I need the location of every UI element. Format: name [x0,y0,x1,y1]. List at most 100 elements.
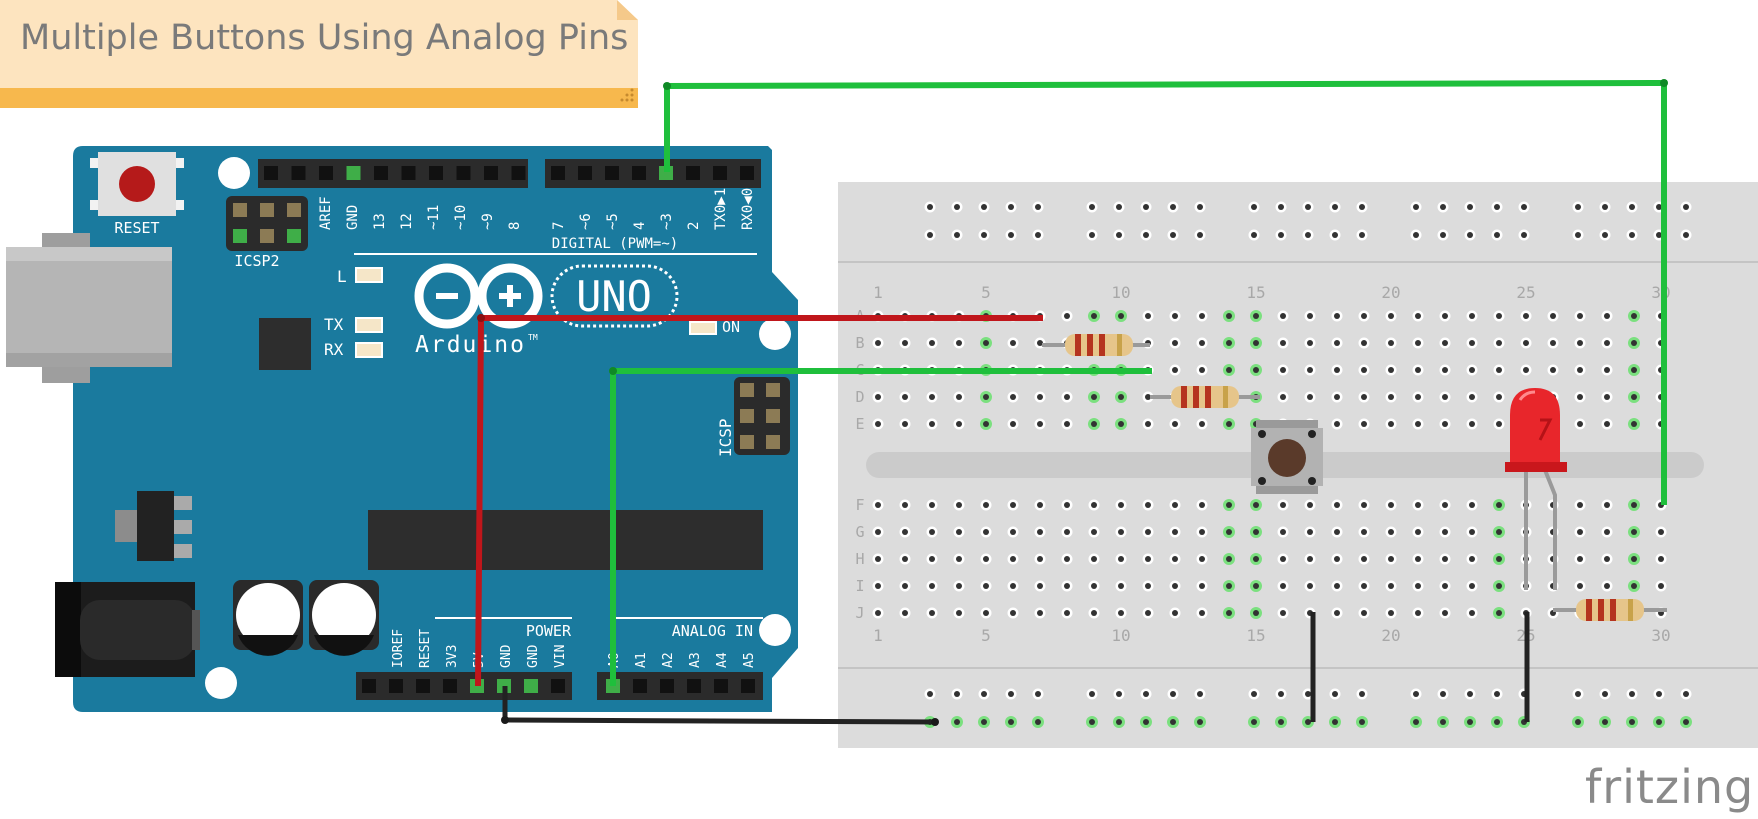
column-number: 10 [1111,283,1130,302]
header-pin [291,166,306,180]
header-pin [484,166,498,180]
header-pin [687,679,701,693]
column-number: 25 [1516,283,1535,302]
analog-header [597,672,763,700]
column-number: 20 [1381,283,1400,302]
digital-pin-label: ~3 [659,213,675,230]
header-pin [633,679,647,693]
reset-button[interactable] [90,152,184,216]
power-header [356,672,572,700]
row-label: H [855,550,864,568]
usb-chip [259,318,311,370]
digital-pin-label: 12 [399,213,415,230]
column-number: 1 [873,626,883,645]
power-pin-label: RESET [418,629,433,668]
digital-pin-label: ~10 [453,205,469,230]
header-pin [713,166,727,180]
power-pin-label: VIN [553,645,568,668]
row-label: F [855,496,864,514]
header-pin [740,166,754,180]
usb-connector-icon [6,233,172,383]
header-pin [346,166,361,180]
digital-pin-label: ~9 [480,213,496,230]
power-jack-icon [55,582,200,677]
row-label: B [855,334,864,352]
icsp2-header [226,196,308,251]
digital-pin-label: 4 [632,222,648,230]
header-pin [660,679,674,693]
power-pin-label: IOREF [391,629,406,668]
digital-label: DIGITAL (PWM=~) [552,236,678,252]
analog-label: ANALOG IN [672,622,753,640]
row-label: D [855,388,864,406]
analog-pin-label: A3 [688,652,703,668]
header-pin [632,166,646,180]
header-pin [456,166,471,180]
arduino-tm: TM [528,333,538,342]
header-pin [374,166,388,180]
header-pin [524,679,538,693]
bottom-header-pins [362,679,755,693]
led-rx-label: RX [324,340,344,359]
row-label: I [855,577,864,595]
column-number: 10 [1111,626,1130,645]
header-pin [686,166,700,180]
header-pin [429,166,443,180]
arduino-brand: Arduino [415,332,526,358]
column-number: 5 [981,626,991,645]
row-label: E [855,415,864,433]
led-tx-label: TX [324,315,344,334]
digital-pin-label: TX0▶1 [713,188,729,230]
header-pin [605,166,619,180]
digital-pin-label: AREF [318,196,334,230]
header-pin [362,679,376,693]
digital-pin-label: RX0◀0 [740,188,756,230]
analog-pin-label: A4 [715,652,730,668]
header-pin [511,166,526,180]
circuit-diagram: 151015202530 151015202530 ABCDEFGHIJ [0,0,1758,748]
digital-header-right [545,159,761,188]
column-number: 1 [873,283,883,302]
digital-pin-label: 8 [507,222,523,230]
header-pin [551,166,565,180]
digital-pin-label: 2 [686,222,702,230]
column-number: 15 [1246,283,1265,302]
header-pin [416,679,430,693]
header-pin [389,679,403,693]
power-label: POWER [526,622,572,640]
digital-pin-label: ~6 [578,213,594,230]
header-pin [551,679,565,693]
note-title: Multiple Buttons Using Analog Pins [20,18,629,58]
digital-pin-label: ~5 [605,213,621,230]
header-pin [741,679,755,693]
analog-pin-label: A1 [634,652,649,668]
digital-pin-label: 7 [551,222,567,230]
column-number: 30 [1651,626,1670,645]
power-pin-label: GND [526,644,541,668]
icsp-header [734,377,790,455]
header-pin [714,679,728,693]
column-number: 15 [1246,626,1265,645]
power-pin-label: GND [499,644,514,668]
arduino-uno-board: RESET ICSP2 AREF GND 13 12 ~11 ~10 ~9 8 7 ~6 ~5 4 ~… [6,146,798,712]
led-l-label: L [337,267,347,286]
analog-pin-label: A2 [661,652,676,668]
header-pin [578,166,592,180]
column-number: 20 [1381,626,1400,645]
header-pin [264,166,278,180]
digital-pin-label: 13 [372,213,388,230]
power-pin-label: 3V3 [445,645,460,668]
row-label: J [855,604,864,622]
reset-label: RESET [114,219,159,237]
capacitor-icon [309,580,379,656]
arduino-model: UNO [576,272,652,321]
fritzing-watermark: fritzing [1585,760,1755,814]
digital-pin-label: ~11 [426,205,442,230]
icsp2-label: ICSP2 [234,252,279,270]
pushbutton-icon[interactable] [1251,420,1323,494]
header-pin [401,166,416,180]
icsp-label: ICSP [716,418,735,457]
column-number: 5 [981,283,991,302]
capacitor-icon [233,580,303,656]
digital-pin-label: GND [345,205,361,230]
